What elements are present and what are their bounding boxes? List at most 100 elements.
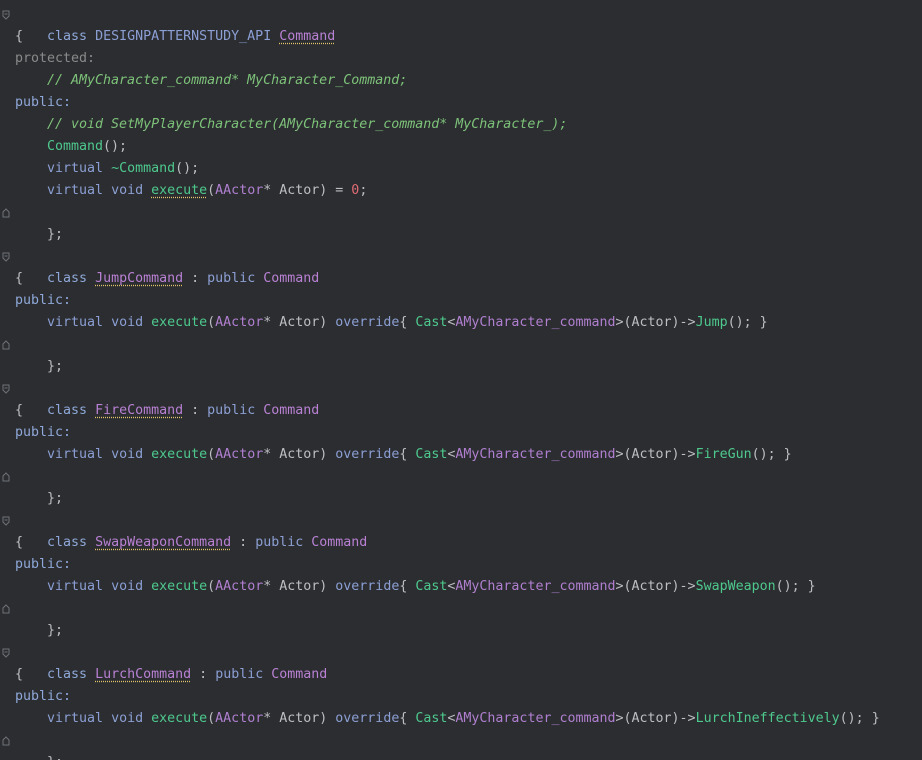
punct: ; (359, 183, 367, 198)
brace-open: { (15, 667, 23, 682)
fold-end-icon[interactable] (2, 472, 10, 482)
code-line[interactable]: { (0, 26, 922, 48)
comment: // AMyCharacter_command* MyCharacter_Com… (47, 73, 407, 88)
fold-end-icon[interactable] (2, 208, 10, 218)
punct: ( (207, 579, 215, 594)
access-public: public: (15, 557, 71, 572)
code-line[interactable]: class LurchCommand : public Command (0, 642, 922, 664)
keyword-void: void (111, 711, 143, 726)
code-line[interactable]: class FireCommand : public Command (0, 378, 922, 400)
comment: // void SetMyPlayerCharacter(AMyCharacte… (47, 117, 567, 132)
fold-icon[interactable] (2, 516, 10, 526)
keyword-void: void (111, 183, 143, 198)
keyword-override: override (335, 447, 399, 462)
code-line[interactable]: class SwapWeaponCommand : public Command (0, 510, 922, 532)
punct: (); } (728, 315, 768, 330)
type-character: AMyCharacter_command (455, 447, 615, 462)
keyword-virtual: virtual (47, 711, 103, 726)
code-line[interactable]: public: (0, 290, 922, 312)
type-character: AMyCharacter_command (455, 315, 615, 330)
code-line[interactable]: // void SetMyPlayerCharacter(AMyCharacte… (0, 114, 922, 136)
code-line[interactable]: virtual void execute(AActor* Actor) = 0; (0, 180, 922, 202)
code-line[interactable]: virtual void execute(AActor* Actor) over… (0, 576, 922, 598)
access-public: public: (15, 425, 71, 440)
method-execute: execute (151, 711, 207, 726)
punct: { (399, 315, 415, 330)
param: * Actor) (263, 447, 327, 462)
punct: >(Actor)-> (616, 711, 696, 726)
code-line[interactable]: }; (0, 730, 922, 752)
access-public: public: (15, 95, 71, 110)
keyword-void: void (111, 315, 143, 330)
method-execute: execute (151, 579, 207, 594)
code-line[interactable]: public: (0, 92, 922, 114)
punct: >(Actor)-> (616, 579, 696, 594)
code-line[interactable] (0, 224, 922, 246)
punct: (); } (776, 579, 816, 594)
type-character: AMyCharacter_command (455, 579, 615, 594)
brace-open: { (15, 535, 23, 550)
destructor-name: ~Command (111, 161, 175, 176)
type-aactor: AActor (215, 711, 263, 726)
code-line[interactable]: { (0, 532, 922, 554)
method-call: FireGun (696, 447, 752, 462)
keyword-override: override (335, 579, 399, 594)
keyword-virtual: virtual (47, 315, 103, 330)
code-line[interactable]: }; (0, 598, 922, 620)
code-line[interactable] (0, 488, 922, 510)
type-aactor: AActor (215, 579, 263, 594)
code-line[interactable] (0, 356, 922, 378)
code-line[interactable]: class DESIGNPATTERNSTUDY_API Command (0, 4, 922, 26)
code-line[interactable]: virtual void execute(AActor* Actor) over… (0, 312, 922, 334)
fold-icon[interactable] (2, 10, 10, 20)
fold-end-icon[interactable] (2, 736, 10, 746)
access-public: public: (15, 689, 71, 704)
keyword-override: override (335, 315, 399, 330)
code-line[interactable]: { (0, 664, 922, 686)
code-line[interactable]: virtual void execute(AActor* Actor) over… (0, 708, 922, 730)
code-line[interactable]: }; (0, 202, 922, 224)
punct: (); } (840, 711, 880, 726)
fold-end-icon[interactable] (2, 604, 10, 614)
punct: (); (103, 139, 127, 154)
access-protected: protected: (15, 51, 95, 66)
punct: { (399, 447, 415, 462)
method-execute[interactable]: execute (151, 183, 207, 198)
param: * Actor) (263, 579, 327, 594)
fold-end-icon[interactable] (2, 340, 10, 350)
code-line[interactable]: public: (0, 554, 922, 576)
brace-open: { (15, 403, 23, 418)
method-call: SwapWeapon (696, 579, 776, 594)
fold-icon[interactable] (2, 384, 10, 394)
param: * Actor) (263, 183, 327, 198)
fold-icon[interactable] (2, 648, 10, 658)
code-line[interactable]: Command(); (0, 136, 922, 158)
method-call: Jump (696, 315, 728, 330)
code-line[interactable]: virtual void execute(AActor* Actor) over… (0, 444, 922, 466)
code-line[interactable]: }; (0, 334, 922, 356)
cast-fn: Cast (415, 315, 447, 330)
brace-close: }; (47, 755, 63, 760)
code-line[interactable]: protected: (0, 48, 922, 70)
code-line[interactable]: { (0, 400, 922, 422)
code-line[interactable]: }; (0, 466, 922, 488)
keyword-void: void (111, 447, 143, 462)
code-editor[interactable]: class DESIGNPATTERNSTUDY_API Command { p… (0, 0, 922, 760)
code-line[interactable] (0, 620, 922, 642)
code-line[interactable]: public: (0, 422, 922, 444)
code-line[interactable]: // AMyCharacter_command* MyCharacter_Com… (0, 70, 922, 92)
keyword-void: void (111, 579, 143, 594)
fold-icon[interactable] (2, 252, 10, 262)
constructor-name: Command (47, 139, 103, 154)
type-aactor: AActor (215, 315, 263, 330)
code-line[interactable]: virtual ~Command(); (0, 158, 922, 180)
brace-open: { (15, 271, 23, 286)
method-execute: execute (151, 447, 207, 462)
code-line[interactable]: class JumpCommand : public Command (0, 246, 922, 268)
method-execute: execute (151, 315, 207, 330)
code-line[interactable]: { (0, 268, 922, 290)
param: * Actor) (263, 315, 327, 330)
punct: >(Actor)-> (616, 315, 696, 330)
brace-open: { (15, 29, 23, 44)
code-line[interactable]: public: (0, 686, 922, 708)
